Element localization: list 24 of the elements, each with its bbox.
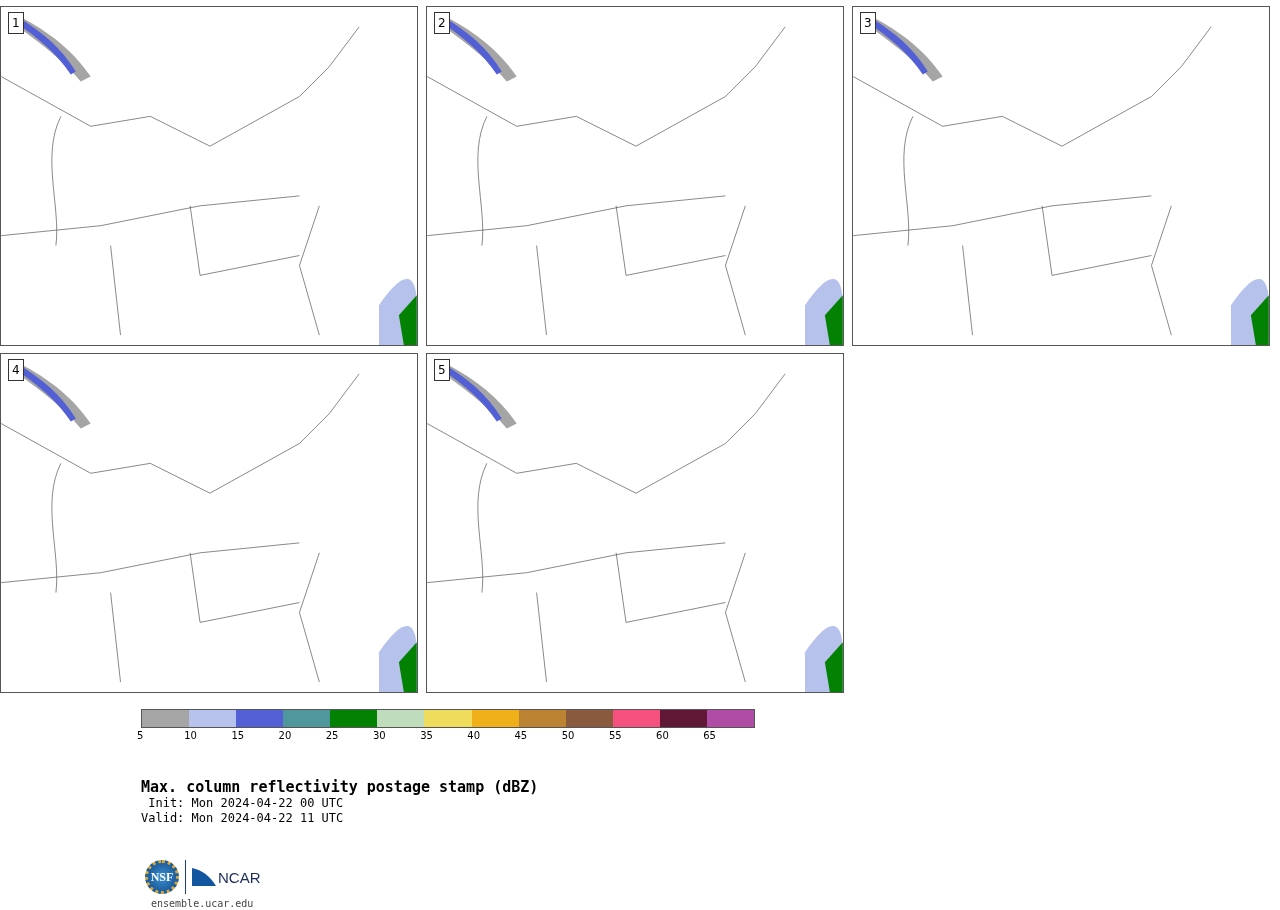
tick-label: 50: [561, 730, 575, 741]
tick-label: 60: [656, 730, 669, 741]
init-time: Init: Mon 2024-04-22 00 UTC: [147, 796, 345, 811]
tick-label: 45: [514, 730, 528, 741]
ncar-logo: NCAR: [192, 868, 261, 886]
tick-label: 20: [278, 730, 292, 741]
site-url: ensemble.ucar.edu: [151, 898, 255, 909]
panel-number: 3: [860, 12, 876, 34]
tick-label: 5: [137, 730, 144, 741]
tick-label: 55: [608, 730, 622, 741]
valid-time: Valid: Mon 2024-04-22 11 UTC: [141, 811, 345, 826]
tick-label: 65: [703, 730, 716, 741]
panel-number: 1: [8, 12, 24, 34]
nsf-logo: NSF: [145, 860, 179, 894]
chart-title: Max. column reflectivity postage stamp (dBZ): [141, 778, 540, 796]
tick-label: 15: [231, 730, 245, 741]
panel-number: 5: [434, 359, 450, 381]
panel-number: 2: [434, 12, 450, 34]
tick-label: 35: [420, 730, 433, 741]
tick-label: 10: [184, 730, 197, 741]
tick-label: 40: [467, 730, 481, 741]
tick-label: 30: [372, 730, 386, 741]
tick-label: 25: [325, 730, 339, 741]
panel-number: 4: [8, 359, 24, 381]
